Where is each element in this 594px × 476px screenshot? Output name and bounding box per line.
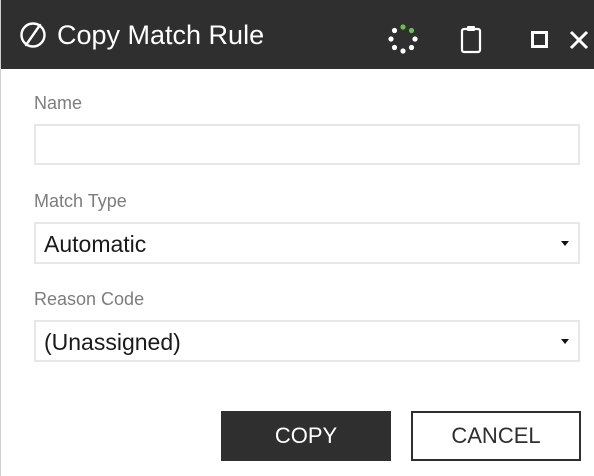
match-type-value: Automatic [44, 231, 147, 257]
reason-code-label: Reason Code [34, 289, 145, 309]
loading-spinner-icon [388, 24, 418, 54]
window-title: Copy Match Rule [57, 20, 265, 50]
copy-button[interactable]: COPY [221, 411, 391, 461]
chevron-down-icon [561, 339, 569, 344]
clipboard-icon[interactable] [460, 24, 482, 54]
name-input[interactable] [34, 124, 580, 165]
title-bar: Copy Match Rule [1, 0, 594, 69]
slashed-circle-logo-icon [20, 22, 46, 48]
chevron-down-icon [561, 241, 569, 246]
cancel-button[interactable]: CANCEL [411, 411, 581, 461]
reason-code-value: (Unassigned) [44, 329, 181, 355]
match-type-label: Match Type [34, 191, 127, 211]
copy-match-rule-dialog: Copy Match Rule Name Match Type Automati… [0, 0, 594, 476]
name-label: Name [34, 93, 83, 113]
reason-code-select[interactable]: (Unassigned) [34, 320, 580, 362]
maximize-icon[interactable] [531, 31, 548, 48]
close-icon[interactable] [568, 26, 590, 52]
match-type-select[interactable]: Automatic [34, 222, 580, 264]
